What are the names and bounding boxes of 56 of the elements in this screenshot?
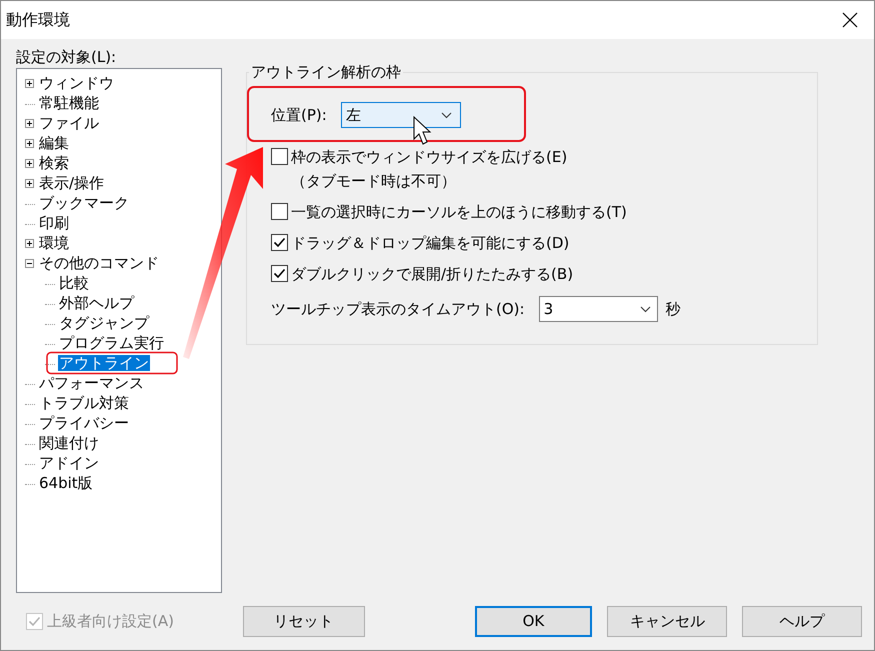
position-label: 位置(P): (271, 106, 327, 124)
dialog-button[interactable]: キャンセル (607, 606, 728, 636)
checkbox[interactable] (271, 203, 288, 220)
tree-item[interactable]: アウトライン (58, 355, 150, 371)
checkbox[interactable] (271, 234, 288, 251)
tree-item[interactable]: ファイル (38, 115, 100, 131)
tree-item[interactable]: 64bit版 (38, 475, 94, 491)
chevron-icon (440, 112, 452, 118)
option-label: 一覧の選択時にカーソルを上のほうに移動する(T) (291, 203, 627, 222)
checkbox[interactable] (271, 148, 288, 165)
option-note: （タブモード時は不可） (291, 172, 457, 191)
close-icon[interactable] (842, 12, 858, 28)
tree-item[interactable]: 外部ヘルプ (58, 295, 135, 311)
tree-item[interactable]: 比較 (58, 275, 90, 291)
tree-item[interactable]: プライバシー (38, 415, 130, 431)
timeout-label: ツールチップ表示のタイムアウト(O): (271, 300, 525, 318)
tree-item[interactable]: トラブル対策 (38, 395, 130, 411)
tree-item[interactable]: 関連付け (38, 435, 100, 451)
tree-item[interactable]: 印刷 (38, 215, 70, 231)
expander-icon[interactable] (25, 178, 34, 188)
tree-item[interactable]: 表示/操作 (38, 175, 106, 191)
expander-icon[interactable] (25, 238, 34, 248)
group-title: アウトライン解析の枠 (250, 63, 402, 82)
check-icon (272, 235, 287, 250)
tree-item[interactable]: ブックマーク (38, 195, 130, 211)
option-label: ダブルクリックで展開/折りたたみする(B) (291, 265, 574, 284)
expander-icon[interactable] (25, 118, 34, 128)
expander-icon[interactable] (25, 78, 34, 88)
tree-item[interactable]: プログラム実行 (58, 335, 165, 351)
option-label: 枠の表示でウィンドウサイズを広げる(E) (291, 148, 568, 167)
tree-item[interactable]: 環境 (38, 235, 70, 251)
dialog-button[interactable]: ヘルプ (742, 606, 862, 636)
unit-label: 秒 (666, 300, 681, 318)
position-dropdown[interactable]: 左 (340, 102, 461, 128)
timeout-dropdown[interactable]: 3 (538, 296, 658, 322)
tree-item[interactable]: タグジャンプ (58, 315, 150, 331)
tree-item[interactable]: パフォーマンス (38, 375, 145, 391)
tree-item[interactable]: 常駐機能 (38, 95, 100, 111)
dialog-button[interactable]: リセット (242, 606, 365, 636)
checkbox[interactable] (271, 265, 288, 282)
tree-item[interactable]: その他のコマンド (38, 255, 160, 271)
option-label: ドラッグ＆ドロップ編集を可能にする(D) (291, 234, 570, 253)
dialog-button[interactable]: OK (474, 606, 592, 636)
expander-icon[interactable] (25, 258, 34, 268)
chevron-icon (640, 306, 651, 312)
cursor-icon (414, 116, 432, 145)
check-icon (272, 266, 287, 281)
expander-icon[interactable] (25, 158, 34, 168)
checkbox-label: 上級者向け設定(A) (47, 612, 174, 630)
tree-item[interactable]: 検索 (38, 155, 70, 171)
tree-label: 設定の対象(L): (16, 48, 118, 66)
tree-item[interactable]: ウィンドウ (38, 75, 115, 91)
tree-item[interactable]: アドイン (38, 455, 100, 471)
expander-icon[interactable] (25, 138, 34, 148)
window-title: 動作環境 (6, 10, 70, 30)
tree-item[interactable]: 編集 (38, 135, 70, 151)
